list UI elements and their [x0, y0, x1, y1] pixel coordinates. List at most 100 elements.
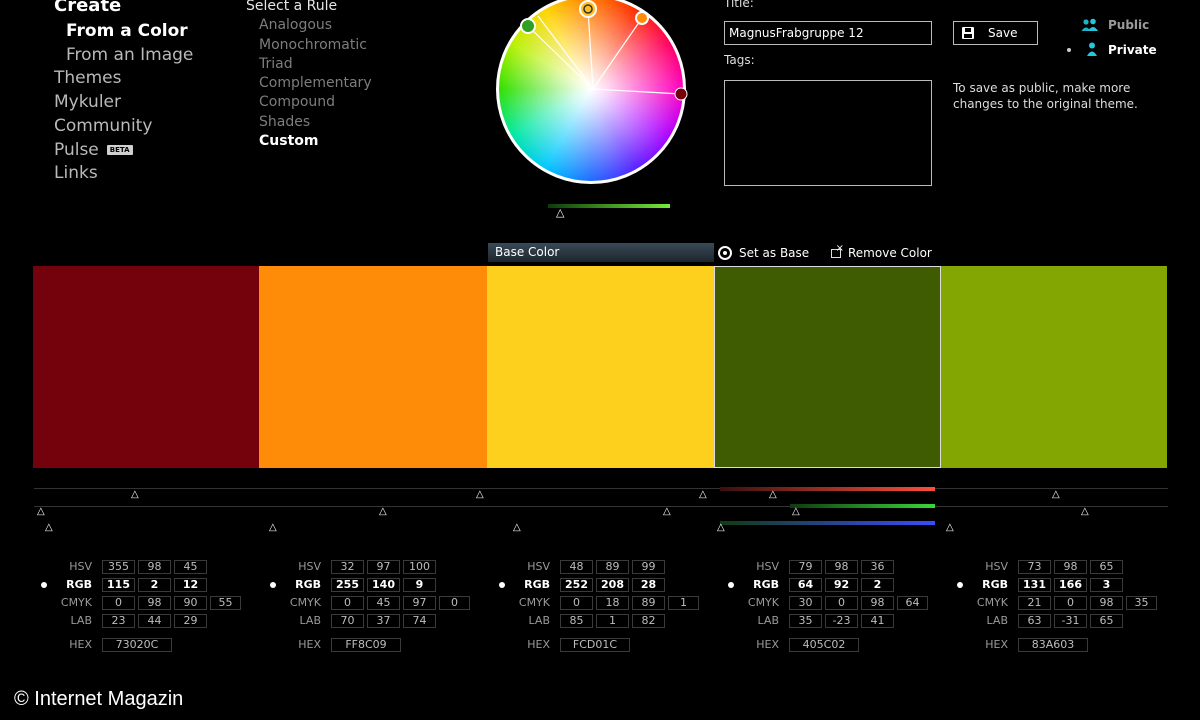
- cmyk-value-field[interactable]: 0: [825, 596, 858, 610]
- hsv-value-field[interactable]: 98: [1054, 560, 1087, 574]
- wheel-markers[interactable]: [490, 0, 700, 198]
- rgb-value-field[interactable]: 255: [331, 578, 364, 592]
- hsv-value-field[interactable]: 99: [632, 560, 665, 574]
- public-option[interactable]: Public: [1108, 18, 1149, 32]
- lab-value-field[interactable]: 41: [861, 614, 894, 628]
- swatch-2[interactable]: [259, 266, 487, 468]
- slider-handle-icon[interactable]: △: [663, 507, 671, 517]
- rgb-value-field[interactable]: 64: [789, 578, 822, 592]
- nav-from-image[interactable]: From an Image: [66, 45, 193, 65]
- hex-value-field[interactable]: 405C02: [789, 638, 859, 652]
- cmyk-value-field[interactable]: 0: [331, 596, 364, 610]
- slider-handle-icon[interactable]: △: [476, 490, 484, 500]
- cmyk-value-field[interactable]: 35: [1126, 596, 1157, 610]
- cmyk-value-field[interactable]: 30: [789, 596, 822, 610]
- rgb-value-field[interactable]: 2: [861, 578, 894, 592]
- cmyk-value-field[interactable]: 0: [102, 596, 135, 610]
- slider-handle-icon[interactable]: △: [792, 507, 800, 517]
- swatch-4[interactable]: [714, 266, 941, 468]
- lab-value-field[interactable]: 70: [331, 614, 364, 628]
- slider-handle-icon[interactable]: △: [131, 490, 139, 500]
- hsv-value-field[interactable]: 98: [138, 560, 171, 574]
- hsv-value-field[interactable]: 98: [825, 560, 858, 574]
- nav-pulse[interactable]: Pulse BETA: [54, 140, 133, 160]
- private-radio[interactable]: [1067, 48, 1071, 52]
- cmyk-value-field[interactable]: 18: [596, 596, 629, 610]
- hsv-value-field[interactable]: 32: [331, 560, 364, 574]
- cmyk-value-field[interactable]: 0: [439, 596, 470, 610]
- brightness-slider[interactable]: [548, 204, 670, 208]
- lab-value-field[interactable]: 85: [560, 614, 593, 628]
- rgb-value-field[interactable]: 115: [102, 578, 135, 592]
- green-channel-bar[interactable]: [790, 504, 935, 508]
- slider-handle-icon[interactable]: △: [1081, 507, 1089, 517]
- cmyk-value-field[interactable]: 0: [1054, 596, 1087, 610]
- hsv-value-field[interactable]: 48: [560, 560, 593, 574]
- hex-value-field[interactable]: FF8C09: [331, 638, 401, 652]
- rule-shades[interactable]: Shades: [259, 114, 310, 130]
- hsv-value-field[interactable]: 100: [403, 560, 436, 574]
- cmyk-value-field[interactable]: 21: [1018, 596, 1051, 610]
- nav-themes[interactable]: Themes: [54, 68, 122, 88]
- hsv-value-field[interactable]: 73: [1018, 560, 1051, 574]
- rgb-value-field[interactable]: 9: [403, 578, 436, 592]
- lab-value-field[interactable]: 29: [174, 614, 207, 628]
- hsv-value-field[interactable]: 65: [1090, 560, 1123, 574]
- rgb-value-field[interactable]: 92: [825, 578, 858, 592]
- lab-value-field[interactable]: 23: [102, 614, 135, 628]
- lab-value-field[interactable]: 82: [632, 614, 665, 628]
- hsv-value-field[interactable]: 97: [367, 560, 400, 574]
- rgb-mode-radio[interactable]: [728, 582, 734, 588]
- rule-complementary[interactable]: Complementary: [259, 75, 372, 91]
- rule-analogous[interactable]: Analogous: [259, 17, 332, 33]
- rgb-mode-radio[interactable]: [41, 582, 47, 588]
- set-as-base-button[interactable]: Set as Base: [718, 244, 809, 262]
- rgb-value-field[interactable]: 28: [632, 578, 665, 592]
- hex-value-field[interactable]: 83A603: [1018, 638, 1088, 652]
- hsv-value-field[interactable]: 79: [789, 560, 822, 574]
- hex-value-field[interactable]: FCD01C: [560, 638, 630, 652]
- rgb-value-field[interactable]: 140: [367, 578, 400, 592]
- cmyk-value-field[interactable]: 45: [367, 596, 400, 610]
- cmyk-value-field[interactable]: 98: [1090, 596, 1123, 610]
- rgb-value-field[interactable]: 166: [1054, 578, 1087, 592]
- slider-handle-icon[interactable]: △: [717, 523, 725, 533]
- hex-value-field[interactable]: 73020C: [102, 638, 172, 652]
- rgb-value-field[interactable]: 208: [596, 578, 629, 592]
- nav-from-color[interactable]: From a Color: [66, 21, 188, 41]
- nav-links[interactable]: Links: [54, 163, 98, 183]
- lab-value-field[interactable]: -23: [825, 614, 858, 628]
- title-input[interactable]: [724, 21, 932, 45]
- nav-mykuler[interactable]: Mykuler: [54, 92, 121, 112]
- rgb-value-field[interactable]: 12: [174, 578, 207, 592]
- hsv-value-field[interactable]: 355: [102, 560, 135, 574]
- slider-handle-icon[interactable]: △: [269, 523, 277, 533]
- swatch-5[interactable]: [941, 266, 1167, 468]
- rule-triad[interactable]: Triad: [259, 56, 293, 72]
- cmyk-value-field[interactable]: 90: [174, 596, 207, 610]
- slider-handle-icon[interactable]: △: [37, 507, 45, 517]
- rule-custom[interactable]: Custom: [259, 133, 318, 149]
- lab-value-field[interactable]: 74: [403, 614, 436, 628]
- rgb-mode-radio[interactable]: [270, 582, 276, 588]
- private-option[interactable]: Private: [1108, 43, 1157, 57]
- hsv-value-field[interactable]: 45: [174, 560, 207, 574]
- slider-handle-icon[interactable]: △: [946, 523, 954, 533]
- nav-create[interactable]: Create: [54, 0, 121, 16]
- lab-value-field[interactable]: 1: [596, 614, 629, 628]
- lab-value-field[interactable]: 65: [1090, 614, 1123, 628]
- slider-handle-icon[interactable]: △: [769, 490, 777, 500]
- red-channel-bar[interactable]: [720, 487, 935, 491]
- rgb-value-field[interactable]: 131: [1018, 578, 1051, 592]
- cmyk-value-field[interactable]: 97: [403, 596, 436, 610]
- rgb-mode-radio[interactable]: [499, 582, 505, 588]
- rgb-value-field[interactable]: 252: [560, 578, 593, 592]
- brightness-handle-icon[interactable]: △: [556, 207, 564, 219]
- cmyk-value-field[interactable]: 55: [210, 596, 241, 610]
- slider-handle-icon[interactable]: △: [699, 490, 707, 500]
- rule-monochromatic[interactable]: Monochromatic: [259, 37, 367, 53]
- rgb-mode-radio[interactable]: [957, 582, 963, 588]
- rule-compound[interactable]: Compound: [259, 94, 335, 110]
- hsv-value-field[interactable]: 89: [596, 560, 629, 574]
- save-button[interactable]: Save: [953, 21, 1038, 45]
